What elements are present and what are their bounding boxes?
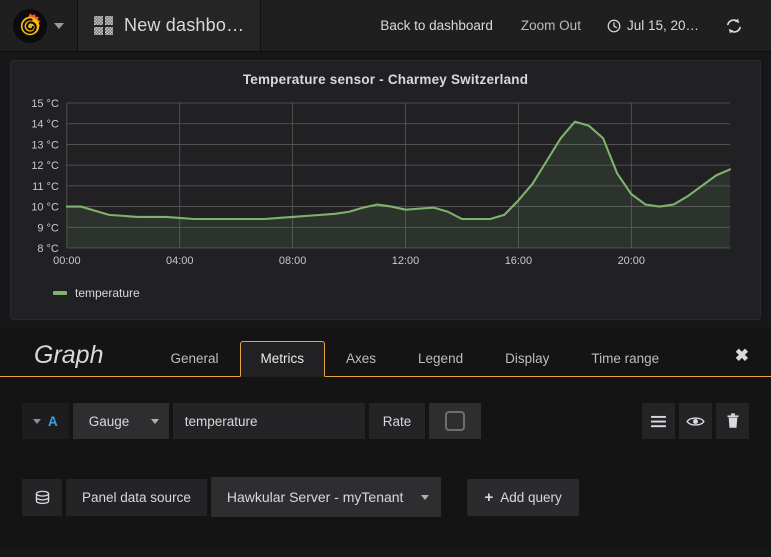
svg-text:12:00: 12:00 bbox=[392, 255, 419, 267]
hamburger-menu-icon bbox=[651, 415, 666, 427]
zoom-out-button[interactable]: Zoom Out bbox=[507, 0, 595, 51]
query-ref-id: A bbox=[48, 413, 58, 429]
dashboard-title-button[interactable]: New dashbo… bbox=[78, 0, 262, 51]
database-icon bbox=[35, 490, 49, 504]
clock-icon bbox=[607, 19, 621, 32]
delete-query-button[interactable] bbox=[716, 403, 749, 439]
datasource-selected-value: Hawkular Server - myTenant bbox=[226, 489, 404, 505]
metric-input[interactable]: temperature bbox=[172, 403, 365, 439]
editor-tabbar: Graph General Metrics Axes Legend Displa… bbox=[0, 329, 771, 377]
editor-panel-kind: Graph bbox=[34, 341, 104, 369]
query-ref-cell[interactable]: A bbox=[22, 403, 69, 439]
svg-text:16:00: 16:00 bbox=[505, 255, 532, 267]
svg-text:8 °C: 8 °C bbox=[37, 243, 59, 255]
svg-text:14 °C: 14 °C bbox=[31, 119, 59, 131]
rate-checkbox[interactable] bbox=[429, 403, 482, 439]
back-to-dashboard-button[interactable]: Back to dashboard bbox=[366, 0, 507, 51]
svg-text:13 °C: 13 °C bbox=[31, 139, 59, 151]
chevron-down-icon bbox=[150, 418, 159, 424]
svg-text:08:00: 08:00 bbox=[279, 255, 306, 267]
graph-panel[interactable]: Temperature sensor - Charmey Switzerland… bbox=[10, 60, 761, 320]
tab-axes[interactable]: Axes bbox=[325, 341, 397, 377]
rate-label: Rate bbox=[368, 403, 426, 439]
eye-icon bbox=[686, 416, 705, 426]
add-query-button[interactable]: + Add query bbox=[467, 478, 579, 516]
navbar-spacer bbox=[261, 0, 366, 51]
chart-x-axis-labels: 00:00 04:00 08:00 12:00 16:00 20:00 bbox=[53, 255, 645, 267]
time-range-picker[interactable]: Jul 15, 20… bbox=[595, 18, 711, 33]
close-editor-button[interactable]: ✖ bbox=[725, 346, 771, 376]
chart-y-axis-labels: 8 °C 9 °C 10 °C 11 °C 12 °C 13 °C 14 °C 15 °C bbox=[31, 98, 59, 255]
chart-legend: temperature bbox=[11, 286, 760, 300]
query-row-a: A Gauge temperature Rate bbox=[22, 403, 749, 439]
tab-legend[interactable]: Legend bbox=[397, 341, 484, 377]
dashboard-title: New dashbo… bbox=[124, 15, 245, 35]
trash-icon bbox=[727, 413, 738, 428]
grafana-logo-icon bbox=[13, 8, 47, 43]
chevron-down-icon bbox=[54, 22, 64, 29]
svg-text:15 °C: 15 °C bbox=[31, 98, 59, 110]
datasource-label: Panel data source bbox=[66, 478, 207, 516]
datasource-icon-cell bbox=[22, 478, 62, 516]
top-navbar: New dashbo… Back to dashboard Zoom Out J… bbox=[0, 0, 771, 52]
chevron-down-icon[interactable] bbox=[33, 418, 41, 424]
chart-area-fill bbox=[66, 121, 731, 248]
query-type-value: Gauge bbox=[88, 413, 130, 429]
tab-time-range[interactable]: Time range bbox=[570, 341, 680, 377]
query-actions bbox=[642, 403, 749, 439]
dashboard-grid-icon bbox=[94, 16, 113, 35]
add-query-label: Add query bbox=[500, 489, 562, 505]
temperature-chart[interactable]: 8 °C 9 °C 10 °C 11 °C 12 °C 13 °C 14 °C 15 °C 0… bbox=[11, 95, 760, 280]
query-options-button[interactable] bbox=[642, 403, 675, 439]
refresh-button[interactable] bbox=[711, 17, 757, 35]
chevron-down-icon bbox=[421, 494, 430, 500]
editor-body: A Gauge temperature Rate Panel data sour… bbox=[0, 377, 771, 517]
datasource-row: Panel data source Hawkular Server - myTe… bbox=[22, 477, 749, 517]
plus-icon: + bbox=[484, 488, 494, 506]
panel-title: Temperature sensor - Charmey Switzerland bbox=[242, 72, 529, 87]
tab-metrics[interactable]: Metrics bbox=[239, 341, 326, 377]
panel-container: Temperature sensor - Charmey Switzerland… bbox=[0, 52, 771, 320]
svg-text:10 °C: 10 °C bbox=[31, 202, 59, 214]
time-range-label: Jul 15, 20… bbox=[626, 18, 699, 33]
logo-menu-button[interactable] bbox=[0, 0, 78, 51]
toggle-query-visibility-button[interactable] bbox=[679, 403, 712, 439]
legend-series-label[interactable]: temperature bbox=[75, 286, 140, 300]
tab-display[interactable]: Display bbox=[484, 341, 570, 377]
svg-text:00:00: 00:00 bbox=[53, 255, 80, 267]
refresh-icon bbox=[727, 17, 741, 34]
legend-color-swatch bbox=[53, 291, 67, 295]
datasource-select[interactable]: Hawkular Server - myTenant bbox=[210, 477, 442, 517]
plot-area[interactable]: 8 °C 9 °C 10 °C 11 °C 12 °C 13 °C 14 °C 15 °C 0… bbox=[11, 95, 760, 319]
svg-text:04:00: 04:00 bbox=[166, 255, 193, 267]
svg-text:12 °C: 12 °C bbox=[31, 160, 59, 172]
tab-general[interactable]: General bbox=[149, 341, 239, 377]
navbar-actions: Back to dashboard Zoom Out Jul 15, 20… bbox=[366, 0, 771, 51]
rate-checkbox-box bbox=[445, 411, 466, 431]
svg-text:11 °C: 11 °C bbox=[32, 181, 59, 193]
svg-text:9 °C: 9 °C bbox=[37, 222, 59, 234]
panel-editor: Graph General Metrics Axes Legend Displa… bbox=[0, 329, 771, 550]
svg-text:20:00: 20:00 bbox=[618, 255, 645, 267]
query-type-select[interactable]: Gauge bbox=[72, 403, 169, 439]
